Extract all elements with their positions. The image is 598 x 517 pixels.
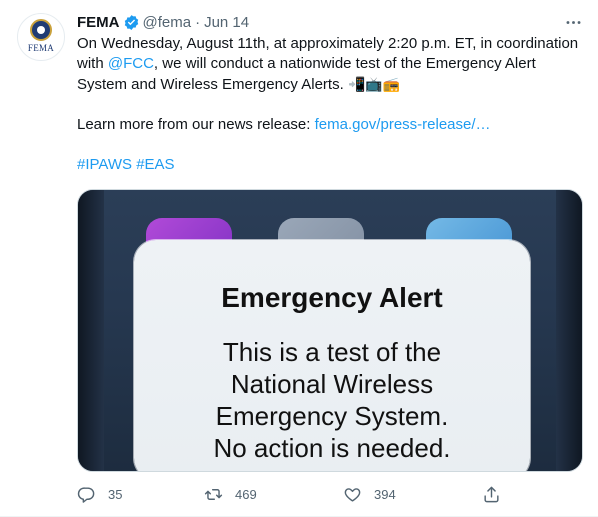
- verified-badge-icon: [123, 14, 140, 31]
- emoji-group: 📲📺📻: [347, 76, 401, 92]
- share-icon: [484, 486, 499, 502]
- dhs-seal-icon: [30, 19, 52, 41]
- tweet[interactable]: FEMA FEMA @fema · Jun 14 On Wednesday, A…: [0, 0, 598, 517]
- handle[interactable]: @fema: [143, 14, 192, 31]
- tweet-paragraph-1: On Wednesday, August 11th, at approximat…: [77, 34, 587, 95]
- heart-icon: [344, 487, 361, 502]
- phone-edge: [556, 190, 582, 471]
- retweet-icon: [204, 488, 223, 500]
- tweet-hashtags: #IPAWS #EAS: [77, 155, 587, 175]
- like-button[interactable]: 394: [343, 482, 396, 506]
- display-name[interactable]: FEMA: [77, 14, 120, 31]
- avatar[interactable]: FEMA: [17, 13, 65, 61]
- reply-button[interactable]: 35: [77, 482, 122, 506]
- share-button[interactable]: [482, 482, 501, 506]
- separator-dot: ·: [195, 13, 201, 31]
- like-count: 394: [374, 486, 396, 502]
- alert-body: This is a test of the National Wireless …: [213, 337, 451, 463]
- hashtag-eas[interactable]: #EAS: [136, 156, 174, 173]
- retweet-count: 469: [235, 486, 257, 502]
- reply-icon: [77, 486, 95, 503]
- alert-title: Emergency Alert: [221, 282, 443, 313]
- reply-count: 35: [108, 486, 123, 502]
- tweet-media-image[interactable]: Emergency Alert This is a test of the Na…: [77, 189, 583, 472]
- avatar-label: FEMA: [27, 43, 55, 53]
- hashtag-ipaws[interactable]: #IPAWS: [77, 156, 132, 173]
- more-icon[interactable]: [562, 12, 584, 32]
- phone-edge: [78, 190, 104, 471]
- retweet-button[interactable]: 469: [204, 482, 257, 506]
- tweet-date[interactable]: Jun 14: [204, 14, 249, 31]
- press-release-link[interactable]: fema.gov/press-release/…: [315, 116, 491, 133]
- tweet-header: FEMA @fema · Jun 14: [77, 12, 249, 32]
- tweet-actions: 35 469 394: [77, 482, 507, 506]
- tweet-paragraph-2: Learn more from our news release: fema.g…: [77, 115, 587, 135]
- learn-more-text: Learn more from our news release:: [77, 116, 315, 133]
- emergency-alert-card: Emergency Alert This is a test of the Na…: [134, 240, 530, 471]
- mention-fcc-link[interactable]: @FCC: [108, 55, 154, 72]
- tweet-text: On Wednesday, August 11th, at approximat…: [77, 34, 587, 175]
